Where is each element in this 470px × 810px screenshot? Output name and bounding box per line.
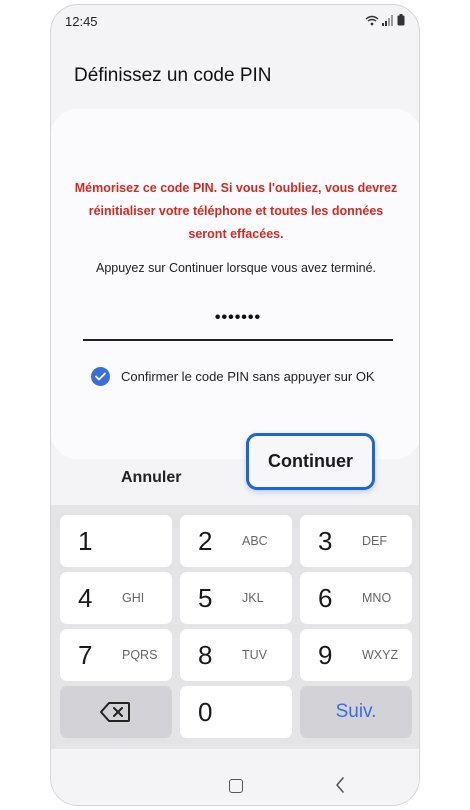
key-digit: 8 — [198, 640, 213, 670]
key-2[interactable]: 2 ABC — [180, 515, 292, 567]
status-bar: 12:45 — [51, 5, 419, 39]
home-icon[interactable] — [229, 779, 243, 793]
key-digit: 3 — [318, 526, 333, 556]
key-1[interactable]: 1 — [60, 515, 172, 567]
pin-card: Mémorisez ce code PIN. Si vous l'oubliez… — [51, 109, 419, 459]
key-letters: MNO — [362, 591, 392, 605]
key-5[interactable]: 5 JKL — [180, 572, 292, 624]
backspace-key[interactable] — [60, 686, 172, 738]
battery-icon — [397, 14, 405, 26]
signal-icon — [382, 14, 393, 26]
wifi-icon — [365, 15, 379, 25]
key-9[interactable]: 9 WXYZ — [300, 629, 412, 681]
key-3[interactable]: 3 DEF — [300, 515, 412, 567]
key-0[interactable]: 0 — [180, 686, 292, 738]
status-icons — [365, 14, 405, 26]
key-letters: TUV — [242, 648, 267, 662]
key-digit: 2 — [198, 526, 213, 556]
key-digit: 9 — [318, 640, 333, 670]
next-key-label: Suiv. — [335, 701, 377, 722]
backspace-icon — [100, 702, 130, 722]
numeric-keypad: 1 2 ABC 3 DEF 4 GHI 5 JKL 6 MNO 7 PQRS 8… — [51, 505, 419, 749]
navigation-bar — [51, 749, 419, 805]
status-time: 12:45 — [65, 14, 98, 29]
key-letters: GHI — [122, 591, 145, 605]
continue-button[interactable]: Continuer — [246, 433, 375, 490]
key-digit: 5 — [198, 583, 213, 613]
cancel-button[interactable]: Annuler — [121, 469, 181, 487]
instruction-text: Appuyez sur Continuer lorsque vous avez … — [95, 261, 376, 275]
key-letters: PQRS — [122, 648, 158, 662]
key-letters: JKL — [242, 591, 264, 605]
check-icon — [95, 372, 106, 381]
pin-value: ••••••• — [214, 309, 262, 326]
key-letters: WXYZ — [362, 648, 399, 662]
confirm-label: Confirmer le code PIN sans appuyer sur O… — [121, 369, 375, 384]
phone-screen: 12:45 Définissez un code PIN Mémorisez c… — [50, 4, 420, 806]
key-letters: DEF — [362, 534, 387, 548]
key-digit: 6 — [318, 583, 333, 613]
warning-message: Mémorisez ce code PIN. Si vous l'oubliez… — [74, 181, 398, 241]
key-digit: 1 — [78, 526, 93, 556]
confirm-without-ok-option[interactable]: Confirmer le code PIN sans appuyer sur O… — [91, 367, 375, 386]
key-digit: 4 — [78, 583, 93, 613]
key-digit: 0 — [198, 697, 213, 727]
key-digit: 7 — [78, 640, 93, 670]
key-4[interactable]: 4 GHI — [60, 572, 172, 624]
key-7[interactable]: 7 PQRS — [60, 629, 172, 681]
pin-input[interactable]: ••••••• — [83, 305, 393, 341]
next-key[interactable]: Suiv. — [300, 686, 412, 738]
key-8[interactable]: 8 TUV — [180, 629, 292, 681]
back-icon[interactable] — [335, 777, 345, 793]
confirm-checkbox[interactable] — [91, 367, 110, 386]
key-letters: ABC — [242, 534, 268, 548]
key-6[interactable]: 6 MNO — [300, 572, 412, 624]
page-title: Définissez un code PIN — [74, 65, 272, 86]
